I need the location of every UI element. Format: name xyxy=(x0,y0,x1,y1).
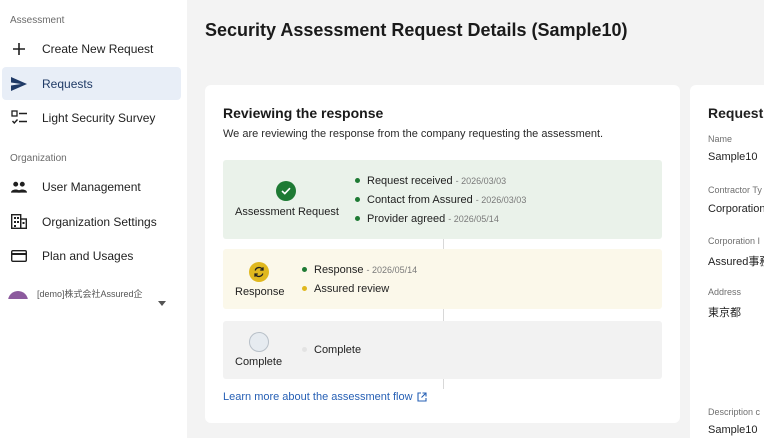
sidebar-item-label: User Management xyxy=(42,179,141,194)
stage-label: Response xyxy=(235,286,285,298)
stage-complete: Complete Complete xyxy=(223,321,662,379)
organization-switcher[interactable]: [demo]株式会社Assured企 xyxy=(8,285,178,311)
review-card: Reviewing the response We are reviewing … xyxy=(205,85,680,423)
checklist-icon xyxy=(11,109,27,126)
section-label-organization: Organization xyxy=(10,153,67,164)
status-dot xyxy=(355,216,360,221)
timeline-connector xyxy=(443,309,444,321)
item-date: - 2026/03/03 xyxy=(455,175,507,186)
review-title: Reviewing the response xyxy=(223,105,384,121)
list-item: Request received - 2026/03/03 xyxy=(355,171,526,190)
field-label-name: Name xyxy=(708,134,733,144)
building-icon xyxy=(11,214,27,230)
item-date: - 2026/05/14 xyxy=(366,264,418,275)
section-label-assessment: Assessment xyxy=(10,15,65,26)
caret-down-icon xyxy=(158,301,166,306)
field-value-description: Sample10 xyxy=(708,424,758,436)
list-item: Provider agreed - 2026/05/14 xyxy=(355,209,526,228)
status-dot xyxy=(355,197,360,202)
avatar xyxy=(8,291,28,299)
sidebar-item-label: Create New Request xyxy=(42,41,154,56)
list-item: Contact from Assured - 2026/03/03 xyxy=(355,190,526,209)
item-text: Provider agreed xyxy=(367,212,446,225)
sidebar-item-organization-settings[interactable]: Organization Settings xyxy=(2,205,181,238)
check-circle-icon xyxy=(276,181,296,201)
item-text: Contact from Assured xyxy=(367,193,473,206)
timeline-connector xyxy=(443,239,444,249)
stage-assessment-request: Assessment Request Request received - 20… xyxy=(223,160,662,239)
organization-name: [demo]株式会社Assured企 xyxy=(37,289,143,299)
stage-label: Complete xyxy=(235,356,283,368)
field-label-address: Address xyxy=(708,287,742,297)
credit-card-icon xyxy=(11,248,27,264)
learn-more-link[interactable]: Learn more about the assessment flow xyxy=(223,391,427,403)
review-description: We are reviewing the response from the c… xyxy=(223,128,604,140)
status-dot xyxy=(355,178,360,183)
sidebar-item-requests[interactable]: Requests xyxy=(2,67,181,100)
status-dot xyxy=(302,286,307,291)
field-value-address: 東京都 xyxy=(708,307,741,319)
sidebar-item-create-new-request[interactable]: Create New Request xyxy=(2,32,181,65)
sidebar: Assessment Create New Request Requests L… xyxy=(0,0,187,438)
field-value-name: Sample10 xyxy=(708,151,758,163)
request-info-panel: Request I Name Sample10 Contractor Ty Co… xyxy=(690,85,764,438)
sidebar-item-label: Plan and Usages xyxy=(42,248,134,263)
field-label-contractor-type: Contractor Ty xyxy=(708,185,762,195)
field-value-corporation: Assured事務 xyxy=(708,256,764,268)
sidebar-item-label: Requests xyxy=(42,76,93,91)
stage-response: Response Response - 2026/05/14 Assured r… xyxy=(223,249,662,309)
sidebar-item-label: Light Security Survey xyxy=(42,110,156,125)
field-label-description: Description c xyxy=(708,407,761,417)
sidebar-item-plan-and-usages[interactable]: Plan and Usages xyxy=(2,239,181,272)
timeline-connector xyxy=(443,379,444,389)
users-icon xyxy=(11,179,27,195)
list-item: Assured review xyxy=(302,279,417,298)
sidebar-item-label: Organization Settings xyxy=(42,214,157,229)
sidebar-item-user-management[interactable]: User Management xyxy=(2,170,181,203)
pending-circle-icon xyxy=(249,332,269,352)
page-title: Security Assessment Request Details (Sam… xyxy=(205,20,628,40)
sidebar-item-light-security-survey[interactable]: Light Security Survey xyxy=(2,101,181,134)
send-icon xyxy=(11,76,27,92)
item-text: Request received xyxy=(367,174,453,187)
stage-label: Assessment Request xyxy=(235,206,339,218)
learn-more-label: Learn more about the assessment flow xyxy=(223,391,413,403)
status-dot xyxy=(302,347,307,352)
item-text: Response xyxy=(314,263,364,276)
plus-icon xyxy=(11,41,27,57)
status-dot xyxy=(302,267,307,272)
item-text: Complete xyxy=(314,343,362,356)
field-label-corporation: Corporation I xyxy=(708,236,761,246)
sync-icon xyxy=(249,262,269,282)
external-link-icon xyxy=(416,392,427,402)
item-text: Assured review xyxy=(314,282,390,295)
panel-title: Request I xyxy=(708,105,764,121)
list-item: Response - 2026/05/14 xyxy=(302,260,417,279)
item-date: - 2026/05/14 xyxy=(448,213,499,224)
item-date: - 2026/03/03 xyxy=(475,194,527,205)
list-item: Complete xyxy=(302,340,361,359)
field-value-contractor-type: Corporation xyxy=(708,203,764,215)
